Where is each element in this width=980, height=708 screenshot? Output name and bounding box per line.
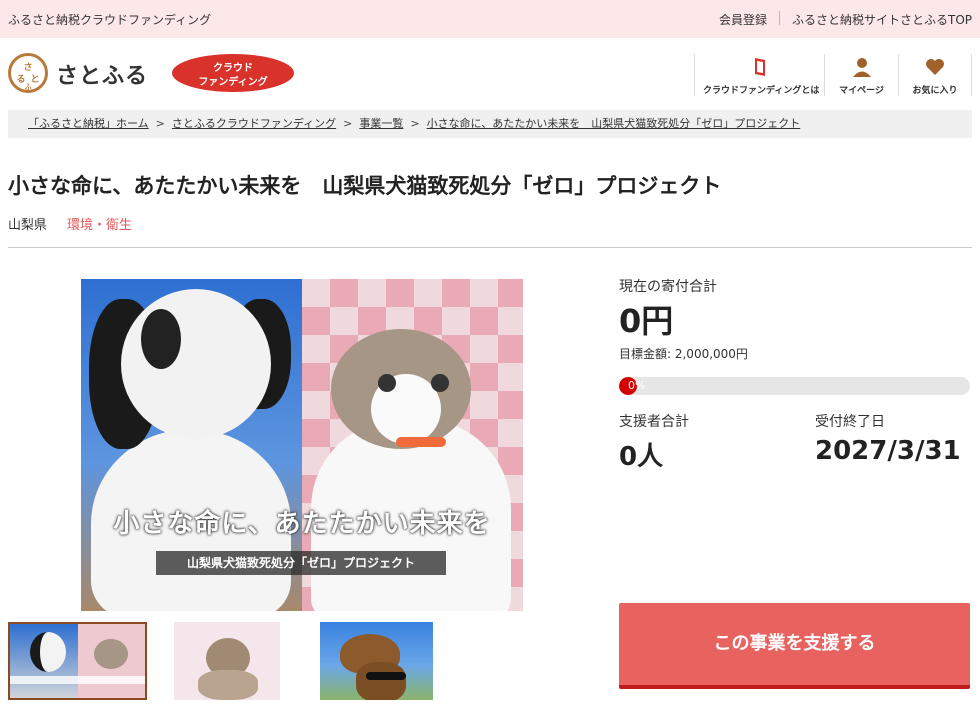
- main-project-image: 小さな命に、あたたかい未来を 山梨県犬猫致死処分「ゼロ」プロジェクト: [81, 279, 523, 611]
- book-icon: [749, 56, 771, 78]
- thumb-cat: [94, 639, 128, 669]
- nav-label: マイページ: [839, 86, 884, 96]
- cat-eye-left: [378, 374, 396, 392]
- nav-mypage[interactable]: マイページ: [824, 54, 898, 96]
- link-divider: [778, 11, 780, 25]
- breadcrumb-crowdfunding[interactable]: さとふるクラウドファンディング: [172, 117, 336, 130]
- nav-label: お気に入り: [912, 86, 958, 96]
- svg-text:ふ: ふ: [25, 83, 32, 90]
- heart-icon: [924, 56, 946, 78]
- nav-favorites[interactable]: お気に入り: [898, 54, 972, 96]
- dog-eye-patch: [141, 309, 181, 369]
- breadcrumb-separator: >: [343, 117, 353, 130]
- thumb-dog-body: [356, 662, 406, 700]
- prefecture-label: 山梨県: [8, 218, 48, 233]
- thumbnail-2[interactable]: [174, 622, 280, 700]
- deadline-label: 受付終了日: [815, 414, 885, 430]
- donation-total-value: 0円: [619, 302, 674, 340]
- progress-percent: 0%: [628, 379, 646, 392]
- top-bar: ふるさと納税クラウドファンディング 会員登録 ふるさと納税サイトさとふるTOP: [0, 0, 980, 38]
- cat-collar: [396, 437, 446, 447]
- progress-bar: 0%: [619, 377, 970, 395]
- member-register-link[interactable]: 会員登録: [719, 11, 767, 28]
- header-nav: クラウドファンディングとは マイページ お気に入り: [694, 54, 972, 96]
- breadcrumb-separator: >: [155, 117, 165, 130]
- thumb-caption-bar: [10, 676, 145, 684]
- satofull-logo-icon[interactable]: さ る と ふ: [8, 53, 48, 93]
- site-header: さ る と ふ さとふる クラウド ファンディング クラウドファンディングとは …: [0, 38, 980, 108]
- support-project-button[interactable]: この事業を支援する: [619, 603, 970, 689]
- breadcrumb-projects[interactable]: 事業一覧: [359, 117, 403, 130]
- hero-subtitle: 山梨県犬猫致死処分「ゼロ」プロジェクト: [156, 551, 446, 575]
- site-name: ふるさと納税クラウドファンディング: [8, 13, 212, 27]
- breadcrumb-current[interactable]: 小さな命に、あたたかい未来を 山梨県犬猫致死処分「ゼロ」プロジェクト: [427, 117, 801, 130]
- goal-amount: 目標金額: 2,000,000円: [619, 347, 748, 361]
- page-title: 小さな命に、あたたかい未来を 山梨県犬猫致死処分「ゼロ」プロジェクト: [8, 174, 722, 198]
- svg-text:と: と: [30, 74, 39, 85]
- deadline-value: 2027/3/31: [815, 436, 961, 466]
- svg-text:さ: さ: [23, 62, 32, 73]
- crowdfunding-badge[interactable]: クラウド ファンディング: [172, 54, 294, 92]
- category-link[interactable]: 環境・衛生: [67, 214, 132, 233]
- thumbnail-1[interactable]: [8, 622, 147, 700]
- breadcrumb-separator: >: [410, 117, 420, 130]
- satofull-top-link[interactable]: ふるさと納税サイトさとふるTOP: [792, 11, 972, 28]
- supporters-value: 0人: [619, 442, 664, 472]
- nav-about-crowdfunding[interactable]: クラウドファンディングとは: [694, 54, 824, 96]
- user-icon: [851, 56, 873, 78]
- thumb-dog: [30, 632, 66, 672]
- title-divider: [8, 247, 972, 248]
- top-links: 会員登録 ふるさと納税サイトさとふるTOP: [719, 11, 972, 28]
- badge-line2: ファンディング: [198, 77, 268, 88]
- thumb-dog-collar: [366, 672, 406, 680]
- logo-text[interactable]: さとふる: [56, 58, 148, 90]
- cat-eye-right: [431, 374, 449, 392]
- dog-head: [121, 289, 271, 439]
- breadcrumb-home[interactable]: 「ふるさと納税」ホーム: [28, 117, 149, 130]
- supporters-label: 支援者合計: [619, 414, 689, 430]
- thumbnail-3[interactable]: [320, 622, 433, 700]
- donation-total-label: 現在の寄付合計: [619, 279, 717, 295]
- badge-line1: クラウド: [213, 63, 253, 74]
- breadcrumb: 「ふるさと納税」ホーム > さとふるクラウドファンディング > 事業一覧 > 小さな命に、あ…: [8, 110, 972, 138]
- hero-headline: 小さな命に、あたたかい未来を: [113, 509, 491, 539]
- thumb-kitten-body: [198, 670, 258, 700]
- nav-label: クラウドファンディングとは: [703, 86, 820, 96]
